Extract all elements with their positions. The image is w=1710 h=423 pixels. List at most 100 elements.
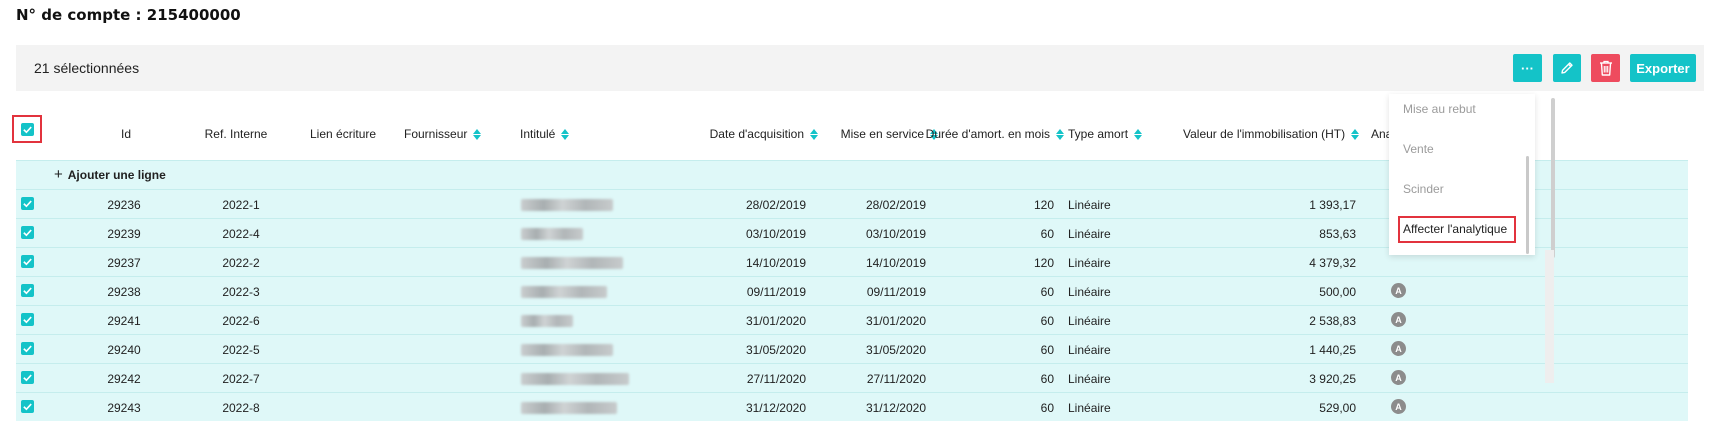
more-actions-button[interactable]: ··· bbox=[1513, 54, 1542, 82]
cell-id: 29240 bbox=[107, 343, 141, 357]
cell-duree: 60 bbox=[1040, 372, 1054, 386]
row-checkbox[interactable] bbox=[21, 284, 34, 297]
col-header-duree[interactable]: Durée d'amort. en mois bbox=[926, 127, 1064, 141]
cell-mise-en-service: 28/02/2019 bbox=[865, 198, 926, 212]
check-icon bbox=[23, 258, 32, 266]
export-button[interactable]: Exporter bbox=[1630, 54, 1696, 82]
cell-id: 29243 bbox=[107, 401, 141, 415]
check-icon bbox=[23, 345, 32, 353]
sort-icon[interactable] bbox=[810, 128, 818, 140]
cell-type-amort: Linéaire bbox=[1068, 372, 1111, 386]
row-checkbox[interactable] bbox=[21, 371, 34, 384]
cell-id: 29237 bbox=[107, 256, 141, 270]
cell-valeur: 529,00 bbox=[1319, 401, 1356, 415]
analytique-badge[interactable]: A bbox=[1391, 341, 1406, 356]
check-icon bbox=[23, 287, 32, 295]
edit-button[interactable] bbox=[1553, 54, 1581, 82]
table-row[interactable]: 29241 2022-6 31/01/2020 31/01/2020 60 Li… bbox=[16, 305, 1688, 334]
row-checkbox[interactable] bbox=[21, 226, 34, 239]
cell-ref: 2022-6 bbox=[222, 314, 260, 328]
row-checkbox[interactable] bbox=[21, 255, 34, 268]
col-header-valeur[interactable]: Valeur de l'immobilisation (HT) bbox=[1183, 127, 1360, 141]
blurred-intitule bbox=[521, 315, 573, 327]
col-header-lien[interactable]: Lien écriture bbox=[310, 127, 376, 141]
page-scrollbar[interactable] bbox=[1551, 98, 1555, 258]
selection-toolbar: 21 sélectionnées ··· Exporter bbox=[16, 45, 1704, 91]
table-row[interactable]: 29240 2022-5 31/05/2020 31/05/2020 60 Li… bbox=[16, 334, 1688, 363]
cell-valeur: 2 538,83 bbox=[1309, 314, 1356, 328]
cell-id: 29238 bbox=[107, 285, 141, 299]
cell-type-amort: Linéaire bbox=[1068, 401, 1111, 415]
cell-id: 29241 bbox=[107, 314, 141, 328]
cell-duree: 60 bbox=[1040, 401, 1054, 415]
sort-icon[interactable] bbox=[1056, 128, 1064, 140]
col-header-fournisseur[interactable]: Fournisseur bbox=[404, 127, 482, 141]
analytique-badge[interactable]: A bbox=[1391, 283, 1406, 298]
add-line-button[interactable]: + Ajouter une ligne bbox=[54, 167, 166, 182]
cell-type-amort: Linéaire bbox=[1068, 285, 1111, 299]
menu-scrollbar[interactable] bbox=[1526, 156, 1529, 254]
cell-mise-en-service: 09/11/2019 bbox=[866, 285, 926, 299]
cell-mise-en-service: 14/10/2019 bbox=[865, 256, 926, 270]
cell-duree: 60 bbox=[1040, 343, 1054, 357]
menu-item-mise-au-rebut[interactable]: Mise au rebut bbox=[1403, 102, 1476, 116]
blurred-intitule bbox=[521, 257, 623, 269]
cell-ref: 2022-7 bbox=[222, 372, 260, 386]
col-header-id[interactable]: Id bbox=[96, 127, 156, 141]
cell-ref: 2022-8 bbox=[222, 401, 260, 415]
table-row[interactable]: 29243 2022-8 31/12/2020 31/12/2020 60 Li… bbox=[16, 392, 1688, 421]
right-gutter bbox=[1545, 250, 1554, 383]
table-row[interactable]: 29238 2022-3 09/11/2019 09/11/2019 60 Li… bbox=[16, 276, 1688, 305]
cell-id: 29239 bbox=[107, 227, 141, 241]
cell-duree: 60 bbox=[1040, 285, 1054, 299]
menu-item-scinder[interactable]: Scinder bbox=[1403, 182, 1444, 196]
sort-icon[interactable] bbox=[473, 128, 482, 140]
cell-date-acquisition: 31/01/2020 bbox=[745, 314, 806, 328]
analytique-badge[interactable]: A bbox=[1391, 399, 1406, 414]
sort-icon[interactable] bbox=[1134, 128, 1143, 140]
cell-valeur: 1 393,17 bbox=[1309, 198, 1356, 212]
sort-icon[interactable] bbox=[1351, 128, 1360, 140]
cell-valeur: 500,00 bbox=[1319, 285, 1356, 299]
cell-mise-en-service: 31/05/2020 bbox=[865, 343, 926, 357]
col-header-date-acquisition[interactable]: Date d'acquisition bbox=[706, 127, 818, 141]
col-header-intitule[interactable]: Intitulé bbox=[520, 127, 570, 141]
cell-duree: 60 bbox=[1040, 314, 1054, 328]
cell-ref: 2022-1 bbox=[222, 198, 260, 212]
select-all-checkbox[interactable] bbox=[21, 123, 34, 136]
row-checkbox[interactable] bbox=[21, 400, 34, 413]
col-header-type-amort[interactable]: Type amort bbox=[1068, 127, 1143, 141]
account-number-title: N° de compte : 215400000 bbox=[16, 6, 241, 24]
blurred-intitule bbox=[521, 373, 629, 385]
sort-icon[interactable] bbox=[561, 128, 570, 140]
check-icon bbox=[23, 126, 32, 134]
col-header-mise-en-service[interactable]: Mise en service bbox=[826, 127, 938, 141]
cell-date-acquisition: 03/10/2019 bbox=[745, 227, 806, 241]
analytique-badge[interactable]: A bbox=[1391, 370, 1406, 385]
cell-valeur: 3 920,25 bbox=[1309, 372, 1356, 386]
cell-duree: 60 bbox=[1040, 227, 1054, 241]
col-header-ref[interactable]: Ref. Interne bbox=[196, 127, 276, 141]
blurred-intitule bbox=[521, 344, 613, 356]
cell-type-amort: Linéaire bbox=[1068, 227, 1111, 241]
cell-valeur: 1 440,25 bbox=[1309, 343, 1356, 357]
pencil-icon bbox=[1561, 62, 1573, 74]
cell-ref: 2022-5 bbox=[222, 343, 260, 357]
cell-id: 29242 bbox=[107, 372, 141, 386]
row-checkbox[interactable] bbox=[21, 313, 34, 326]
check-icon bbox=[23, 229, 32, 237]
menu-item-vente[interactable]: Vente bbox=[1403, 142, 1434, 156]
cell-ref: 2022-2 bbox=[222, 256, 260, 270]
add-line-label: Ajouter une ligne bbox=[67, 168, 166, 182]
cell-type-amort: Linéaire bbox=[1068, 314, 1111, 328]
cell-date-acquisition: 14/10/2019 bbox=[745, 256, 806, 270]
analytique-badge[interactable]: A bbox=[1391, 312, 1406, 327]
cell-valeur: 4 379,32 bbox=[1309, 256, 1356, 270]
row-checkbox[interactable] bbox=[21, 197, 34, 210]
table-row[interactable]: 29242 2022-7 27/11/2020 27/11/2020 60 Li… bbox=[16, 363, 1688, 392]
delete-button[interactable] bbox=[1591, 54, 1620, 82]
row-checkbox[interactable] bbox=[21, 342, 34, 355]
cell-date-acquisition: 27/11/2020 bbox=[746, 372, 806, 386]
blurred-intitule bbox=[521, 286, 607, 298]
cell-mise-en-service: 27/11/2020 bbox=[866, 372, 926, 386]
